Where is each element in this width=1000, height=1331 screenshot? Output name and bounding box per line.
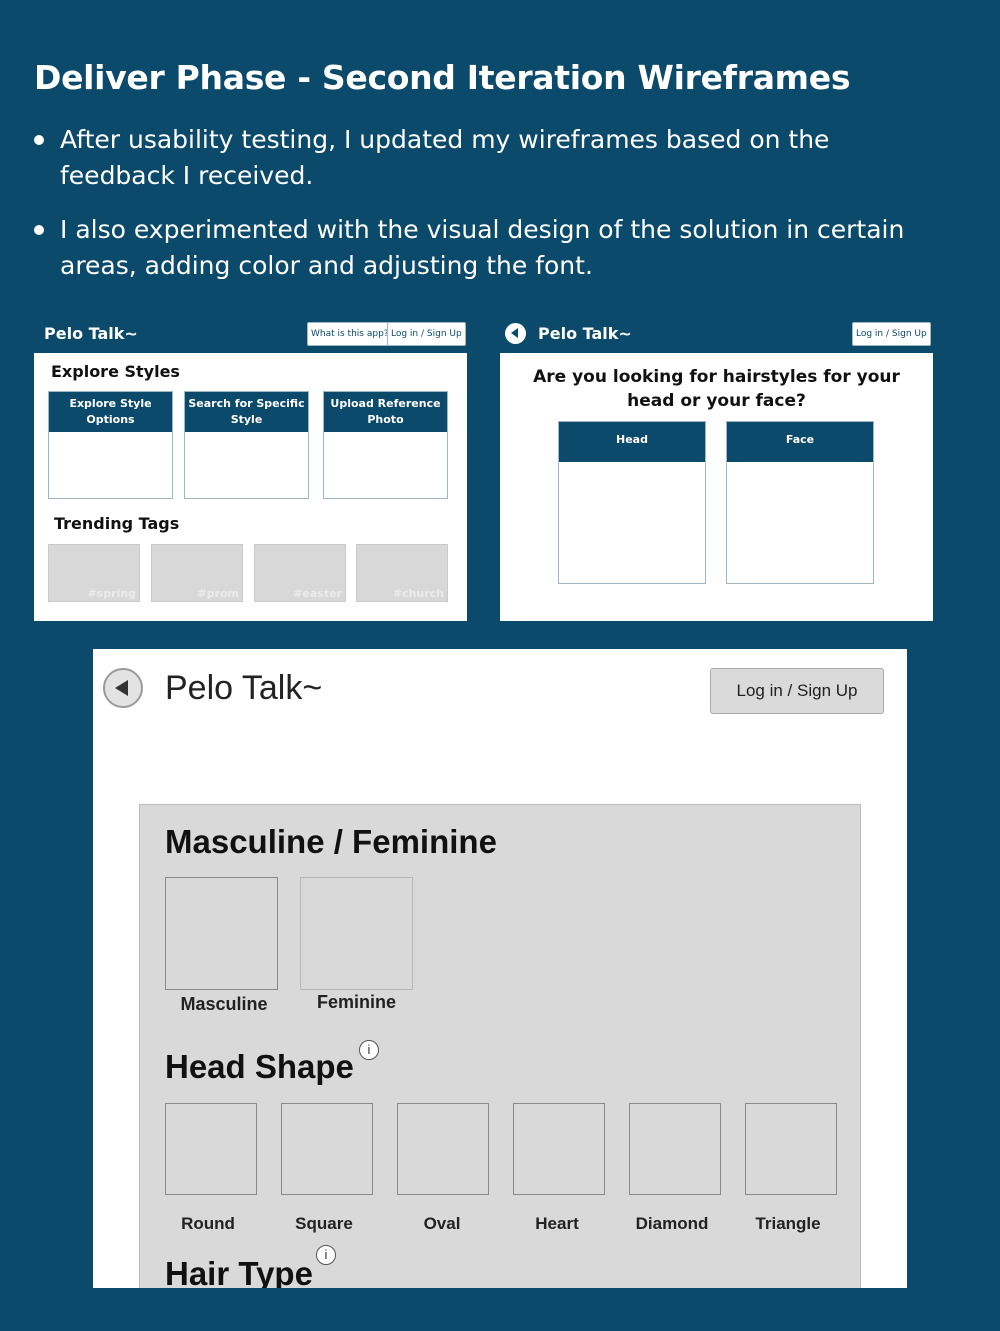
shape-label: Round: [181, 1214, 235, 1233]
option-face-card[interactable]: Face: [726, 421, 874, 584]
shape-label: Triangle: [755, 1214, 821, 1233]
bullet-item: After usability testing, I updated my wi…: [34, 122, 934, 194]
bullet-text: After usability testing, I updated my wi…: [60, 125, 830, 190]
masculine-label: Masculine: [180, 994, 268, 1014]
feminine-option[interactable]: [300, 877, 413, 990]
tag-spring[interactable]: #spring: [48, 544, 140, 602]
app-brand: Pelo Talk~: [44, 324, 138, 343]
bullet-dot-icon: [34, 135, 44, 145]
what-is-this-button[interactable]: What is this app?: [307, 322, 393, 346]
card-title: Head: [559, 422, 705, 462]
feminine-label: Feminine: [316, 992, 396, 1012]
options-panel: Masculine / Feminine Masculine Feminine …: [139, 804, 861, 1288]
wireframe-choice: Pelo Talk~ Log in / Sign Up Are you look…: [500, 313, 933, 621]
tag-church[interactable]: #church: [356, 544, 448, 602]
back-arrow-icon[interactable]: [103, 668, 143, 708]
back-arrow-icon[interactable]: [505, 323, 526, 344]
shape-oval-option[interactable]: [397, 1103, 489, 1195]
shape-round-option[interactable]: [165, 1103, 257, 1195]
shape-label: Oval: [423, 1214, 461, 1233]
slide-title: Deliver Phase - Second Iteration Wirefra…: [34, 58, 851, 97]
login-button[interactable]: Log in / Sign Up: [387, 322, 466, 346]
card-title: Upload Reference Photo: [324, 392, 447, 432]
tag-label: #spring: [87, 587, 136, 600]
tag-easter[interactable]: #easter: [254, 544, 346, 602]
question-text: Are you looking for hairstyles for your …: [533, 367, 900, 411]
shape-diamond-option[interactable]: [629, 1103, 721, 1195]
head-shape-heading: Head Shape: [165, 1048, 354, 1085]
hair-type-heading: Hair Type: [165, 1255, 313, 1288]
card-search-specific-style[interactable]: Search for Specific Style: [184, 391, 309, 499]
gender-heading: Masculine / Feminine: [165, 823, 497, 860]
card-explore-style-options[interactable]: Explore Style Options: [48, 391, 173, 499]
bullet-list: After usability testing, I updated my wi…: [34, 122, 934, 302]
app-brand: Pelo Talk~: [538, 324, 632, 343]
bullet-text: I also experimented with the visual desi…: [60, 215, 905, 280]
wireframe-head-options: Pelo Talk~ Log in / Sign Up Masculine / …: [93, 649, 907, 1288]
info-icon[interactable]: i: [316, 1245, 336, 1265]
header-bar: Pelo Talk~ Log in / Sign Up: [500, 313, 933, 353]
wireframe-home: Pelo Talk~ What is this app? Log in / Si…: [34, 313, 467, 621]
login-button[interactable]: Log in / Sign Up: [710, 668, 884, 714]
option-head-card[interactable]: Head: [558, 421, 706, 584]
shape-label: Diamond: [635, 1214, 709, 1233]
explore-heading: Explore Styles: [51, 362, 180, 381]
tag-label: #easter: [293, 587, 342, 600]
shape-triangle-option[interactable]: [745, 1103, 837, 1195]
app-brand: Pelo Talk~: [165, 669, 323, 707]
shape-heart-option[interactable]: [513, 1103, 605, 1195]
card-upload-reference-photo[interactable]: Upload Reference Photo: [323, 391, 448, 499]
shape-label: Heart: [535, 1214, 579, 1233]
card-title: Explore Style Options: [49, 392, 172, 432]
shape-label: Square: [295, 1214, 353, 1233]
trending-heading: Trending Tags: [54, 514, 180, 533]
bullet-item: I also experimented with the visual desi…: [34, 212, 934, 284]
card-title: Search for Specific Style: [185, 392, 308, 432]
tag-label: #church: [392, 587, 444, 600]
bullet-dot-icon: [34, 225, 44, 235]
info-icon[interactable]: i: [359, 1040, 379, 1060]
card-title: Face: [727, 422, 873, 462]
masculine-option[interactable]: [165, 877, 278, 990]
login-button[interactable]: Log in / Sign Up: [852, 322, 931, 346]
tag-label: #prom: [197, 587, 239, 600]
tag-prom[interactable]: #prom: [151, 544, 243, 602]
header-bar: Pelo Talk~ What is this app? Log in / Si…: [34, 313, 467, 353]
shape-square-option[interactable]: [281, 1103, 373, 1195]
